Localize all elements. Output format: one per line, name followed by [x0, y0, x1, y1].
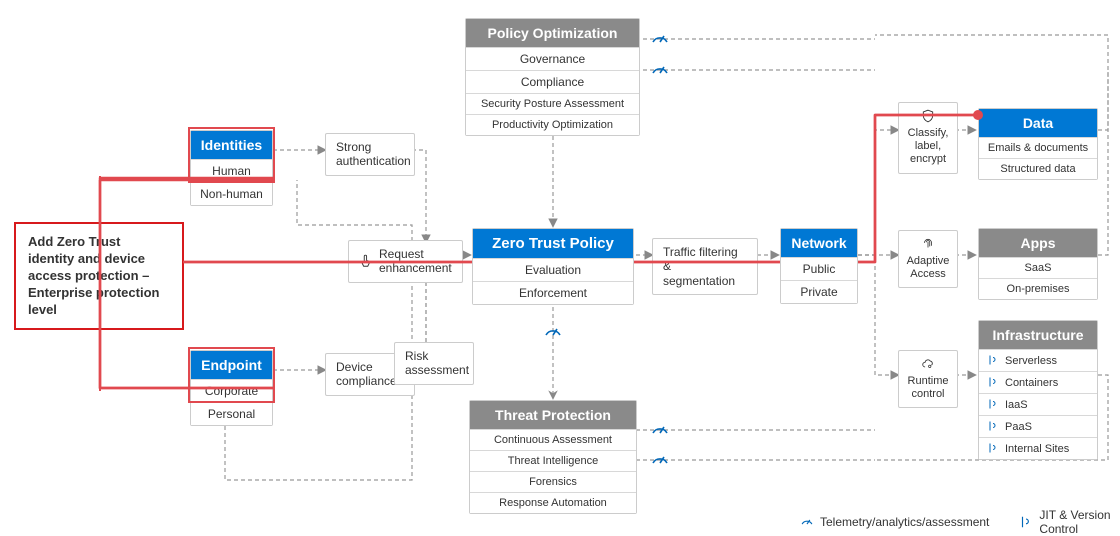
threat-title: Threat Protection	[470, 401, 636, 429]
threat-protection-box: Threat Protection Continuous Assessment …	[469, 400, 637, 514]
label-traffic-text: Traffic filtering & segmentation	[663, 245, 747, 288]
ztp-title: Zero Trust Policy	[473, 229, 633, 258]
endpoint-box: Endpoint Corporate Personal	[190, 350, 273, 426]
jit-icon	[1019, 515, 1033, 529]
infra-row-internal: Internal Sites	[979, 437, 1097, 459]
apps-box: Apps SaaS On-premises	[978, 228, 1098, 300]
label-strong-auth-text: Strong authentication	[336, 140, 411, 169]
apps-row-saas: SaaS	[979, 257, 1097, 278]
apps-row-onprem: On-premises	[979, 278, 1097, 299]
label-traffic: Traffic filtering & segmentation	[652, 238, 758, 295]
zero-trust-policy-box: Zero Trust Policy Evaluation Enforcement	[472, 228, 634, 305]
label-request-enhancement-text: Request enhancement	[379, 247, 452, 276]
threat-row-continuous: Continuous Assessment	[470, 429, 636, 450]
jit-icon	[987, 420, 999, 432]
infrastructure-box: Infrastructure Serverless Containers Iaa…	[978, 320, 1098, 460]
data-row-emails: Emails & documents	[979, 137, 1097, 158]
threat-row-intel: Threat Intelligence	[470, 450, 636, 471]
po-row-spa: Security Posture Assessment	[466, 93, 639, 114]
infra-row-serverless: Serverless	[979, 349, 1097, 371]
data-box: Data Emails & documents Structured data	[978, 108, 1098, 180]
threat-row-forensics: Forensics	[470, 471, 636, 492]
jit-icon	[987, 354, 999, 366]
label-device-compliance-text: Device compliance	[336, 360, 397, 389]
shield-icon	[921, 109, 935, 123]
legend-jit: JIT & Version Control	[1019, 508, 1120, 536]
ztp-row-evaluation: Evaluation	[473, 258, 633, 281]
po-row-governance: Governance	[466, 47, 639, 70]
cloud-gear-icon	[921, 357, 935, 371]
identities-box: Identities Human Non-human	[190, 130, 273, 206]
jit-icon	[987, 376, 999, 388]
infra-row-containers: Containers	[979, 371, 1097, 393]
identities-row-nonhuman: Non-human	[191, 182, 272, 205]
hand-point-icon	[359, 254, 373, 268]
infra-row-paas: PaaS	[979, 415, 1097, 437]
jit-icon	[987, 398, 999, 410]
legend-telemetry: Telemetry/analytics/assessment	[800, 515, 989, 529]
po-row-compliance: Compliance	[466, 70, 639, 93]
label-risk-assessment-text: Risk assessment	[405, 349, 469, 378]
gauge-icon	[800, 515, 814, 529]
label-runtime-text: Runtime control	[908, 375, 949, 401]
apps-title: Apps	[979, 229, 1097, 257]
identities-title: Identities	[191, 131, 272, 159]
label-strong-auth: Strong authentication	[325, 133, 415, 176]
data-row-structured: Structured data	[979, 158, 1097, 179]
ztp-row-enforcement: Enforcement	[473, 281, 633, 304]
label-classify: Classify, label, encrypt	[898, 102, 958, 174]
network-title: Network	[781, 229, 857, 257]
endpoint-row-corporate: Corporate	[191, 379, 272, 402]
callout-box: Add Zero Trust identity and device acces…	[14, 222, 184, 330]
threat-row-response: Response Automation	[470, 492, 636, 513]
label-risk-assessment: Risk assessment	[394, 342, 474, 385]
label-request-enhancement: Request enhancement	[348, 240, 463, 283]
label-runtime: Runtime control	[898, 350, 958, 408]
fingerprint-icon	[921, 237, 935, 251]
callout-text: Add Zero Trust identity and device acces…	[28, 234, 159, 317]
endpoint-row-personal: Personal	[191, 402, 272, 425]
label-classify-text: Classify, label, encrypt	[908, 127, 949, 167]
network-row-public: Public	[781, 257, 857, 280]
network-box: Network Public Private	[780, 228, 858, 304]
label-adaptive-text: Adaptive Access	[907, 255, 950, 281]
network-row-private: Private	[781, 280, 857, 303]
infra-title: Infrastructure	[979, 321, 1097, 349]
po-row-productivity: Productivity Optimization	[466, 114, 639, 135]
legend: Telemetry/analytics/assessment JIT & Ver…	[800, 508, 1120, 536]
identities-row-human: Human	[191, 159, 272, 182]
endpoint-title: Endpoint	[191, 351, 272, 379]
data-title: Data	[979, 109, 1097, 137]
infra-row-iaas: IaaS	[979, 393, 1097, 415]
jit-icon	[987, 442, 999, 454]
policy-optimization-title: Policy Optimization	[466, 19, 639, 47]
policy-optimization-box: Policy Optimization Governance Complianc…	[465, 18, 640, 136]
label-adaptive: Adaptive Access	[898, 230, 958, 288]
